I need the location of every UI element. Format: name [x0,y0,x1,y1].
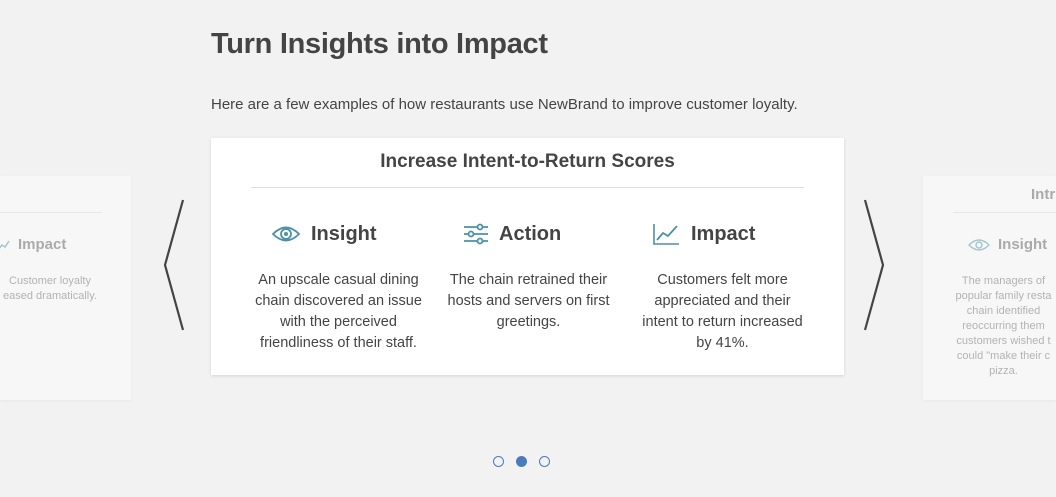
impact-text: Customers felt more appreciated and thei… [642,272,803,351]
intro-text: Here are a few examples of how restauran… [211,96,798,113]
card-divider [953,212,1056,213]
pagination-dot-3[interactable] [539,456,550,467]
sliders-icon [463,222,489,246]
pagination-dots [493,456,550,467]
eye-icon [271,222,301,246]
insight-label: Insight [311,222,377,245]
line-chart-icon [0,238,10,252]
insight-label: Insight [998,236,1048,253]
insight-text: The managers of popular family resta cha… [955,275,1052,377]
pagination-dot-1[interactable] [493,456,504,467]
insight-text: An upscale casual dining chain discovere… [255,272,422,351]
impact-column: Impact Customers felt more appreciated a… [635,220,810,354]
page-title: Turn Insights into Impact [211,28,548,60]
eye-icon [968,238,990,252]
pagination-dot-2[interactable] [516,456,527,467]
action-label: Action [499,222,562,245]
line-chart-icon [651,222,681,246]
next-slide-arrow[interactable] [862,198,886,332]
card-title: Increase Intent-to-Return Scores [380,151,675,172]
impact-label: Impact [18,236,67,253]
card-divider [0,212,102,213]
action-text: The chain retrained their hosts and serv… [447,272,610,330]
next-slide-card[interactable]: Intr Insight The managers of popular fam… [923,176,1056,400]
action-column: Action The chain retrained their hosts a… [441,220,616,333]
impact-text: Customer loyalty eased dramatically. [3,275,97,302]
previous-slide-card[interactable]: Impact Customer loyalty eased dramatical… [0,176,131,400]
previous-slide-arrow[interactable] [162,198,186,332]
insight-heading: Insight [968,236,1047,253]
impact-label: Impact [691,222,756,245]
card-title: Intr [1031,186,1056,203]
impact-heading: Impact [0,236,66,253]
insight-column: Insight An upscale casual dining chain d… [251,220,426,354]
active-slide-card: Increase Intent-to-Return Scores Insight… [211,138,844,375]
card-divider [251,187,804,188]
